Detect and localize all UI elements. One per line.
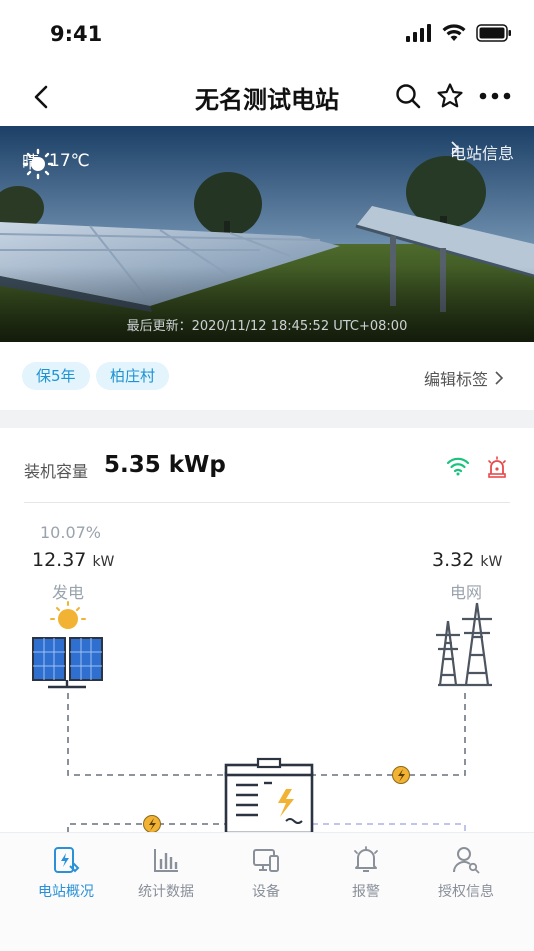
tab-station-overview[interactable]: 电站概况: [16, 845, 116, 901]
generation-power: 12.37 kW: [32, 549, 114, 571]
capacity-row: 装机容量 5.35 kWp: [0, 428, 534, 502]
wifi-icon: [446, 457, 470, 476]
bottom-tab-bar: 电站概况 统计数据 设备 报警 授权信息: [0, 832, 534, 951]
tab-alarms[interactable]: 报警: [316, 845, 416, 901]
tag-item[interactable]: 柏庄村: [96, 362, 170, 390]
capacity-label: 装机容量: [24, 462, 89, 481]
alarm-icon[interactable]: [486, 456, 508, 478]
cellular-signal-icon: [406, 24, 431, 42]
capacity-value: 5.35 kWp: [104, 452, 226, 478]
tab-label: 授权信息: [438, 884, 494, 900]
temperature: 17℃: [49, 150, 90, 171]
lightning-icon: [143, 815, 161, 833]
station-info-link[interactable]: 电站信息: [450, 140, 514, 164]
more-icon[interactable]: [478, 82, 512, 110]
tags-row: 保5年 柏庄村 编辑标签: [0, 342, 534, 410]
edit-tags-button[interactable]: 编辑标签: [424, 366, 504, 390]
grid-power: 3.32 kW: [432, 549, 502, 571]
chevron-right-icon: [451, 141, 460, 155]
user-key-icon: [453, 847, 480, 874]
edit-tags-label: 编辑标签: [423, 370, 488, 389]
battery-icon: [224, 757, 314, 833]
solar-panel-icon: [32, 601, 103, 689]
tab-statistics[interactable]: 统计数据: [116, 845, 216, 901]
weather-widget: 晴 17℃: [22, 148, 90, 180]
navigation-bar: 无名测试电站: [0, 70, 534, 126]
generation-unit: kW: [92, 554, 115, 570]
grid-unit: kW: [480, 554, 503, 570]
generation-percent: 10.07%: [40, 523, 102, 542]
tab-label: 统计数据: [138, 884, 194, 900]
tab-label: 报警: [352, 884, 380, 900]
bar-chart-icon: [154, 849, 178, 872]
status-bar: 9:41: [0, 0, 534, 70]
battery-status-icon: [476, 24, 511, 42]
generation-value: 12.37: [32, 549, 87, 571]
wifi-status-icon: [442, 24, 466, 41]
station-hero-image: 晴 17℃ 电站信息 最后更新：2020/11/12 18:45:52 UTC+…: [0, 126, 534, 342]
tab-authorization[interactable]: 授权信息: [416, 845, 516, 901]
chevron-right-icon: [495, 371, 504, 385]
tab-label: 电站概况: [38, 884, 94, 900]
device-icon: [253, 849, 279, 872]
nav-actions: [394, 82, 512, 110]
search-icon[interactable]: [394, 82, 422, 110]
bell-icon: [354, 846, 378, 872]
tab-devices[interactable]: 设备: [216, 845, 316, 901]
grid-label: 电网: [450, 583, 483, 602]
energy-flow-diagram: 10.07% 12.37 kW 发电 3.32 kW 电网: [0, 503, 534, 833]
star-icon[interactable]: [436, 82, 464, 110]
lightning-icon: [392, 766, 410, 784]
station-overview-icon: [54, 847, 80, 873]
generation-label: 发电: [52, 583, 85, 602]
status-time: 9:41: [50, 22, 103, 46]
status-icons: [406, 24, 512, 42]
power-tower-icon: [436, 602, 492, 687]
tab-label: 设备: [252, 884, 280, 900]
last-update-text: 最后更新：2020/11/12 18:45:52 UTC+08:00: [126, 319, 408, 334]
section-divider: [0, 410, 534, 428]
grid-value: 3.32: [432, 549, 475, 571]
tag-item[interactable]: 保5年: [22, 362, 90, 390]
status-indicators: [446, 456, 508, 478]
sun-icon: [22, 148, 54, 180]
